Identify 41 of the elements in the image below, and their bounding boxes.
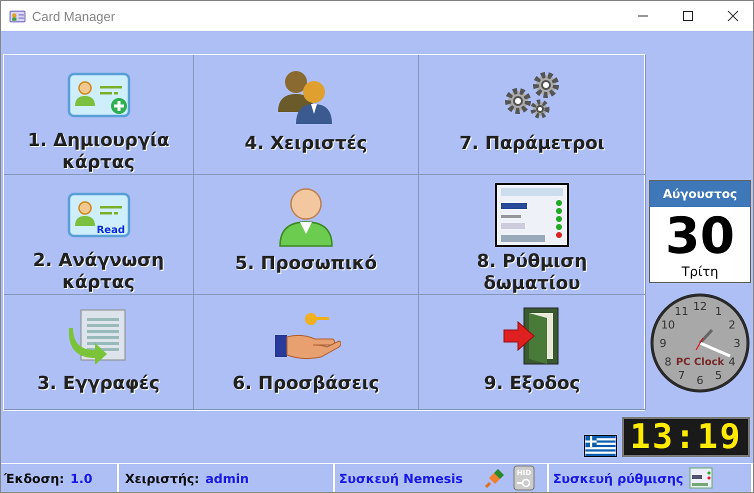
window-title: Card Manager: [32, 8, 116, 24]
clock-numeral: 6: [696, 374, 704, 387]
digital-clock: 13:19: [622, 417, 750, 457]
clock-numeral: 11: [674, 304, 688, 318]
menu-tile[interactable]: 3. Εγγραφές: [4, 295, 194, 410]
clock-numeral: 2: [728, 318, 736, 332]
clock-numeral: 4: [728, 356, 736, 368]
clock-numeral: 1: [715, 304, 722, 318]
maximize-icon[interactable]: [682, 10, 694, 22]
menu-tile[interactable]: 8. Ρύθμιση δωματίου: [419, 175, 646, 295]
close-icon[interactable]: [727, 10, 739, 22]
clock-numeral: 8: [664, 356, 672, 368]
control-panel-icon: [495, 183, 569, 247]
setup-device-text: Συσκευή ρύθμισης: [553, 470, 684, 486]
clock-numeral: 9: [660, 337, 666, 350]
clock-numeral: 3: [734, 337, 740, 350]
plug-icon: [482, 466, 507, 490]
menu-tile[interactable]: 4. Χειριστές: [194, 55, 419, 175]
menu-tile[interactable]: 5. Προσωπικό: [194, 175, 419, 295]
id-card-icon: Read: [66, 192, 130, 238]
calendar-month: Αύγουστος: [650, 181, 750, 207]
clock-hands: [696, 328, 731, 358]
setup-panel-icon: [689, 467, 714, 489]
version-text: Έκδοση: 1.0: [1, 464, 119, 492]
calendar-weekday: Τρίτη: [682, 265, 718, 282]
menu-tile[interactable]: 1. Δημιουργία κάρτας: [4, 55, 194, 175]
clock-numeral: 5: [715, 369, 722, 382]
menu-tile[interactable]: 9. Εξοδος: [419, 295, 646, 410]
clock-brand-text: PC Clock: [676, 357, 724, 368]
clock-numeral: 7: [678, 369, 685, 382]
menu-tile[interactable]: Read 2. Ανάγνωση κάρτας: [4, 175, 194, 295]
device-status-text: Συσκευή Nemesis: [339, 470, 463, 486]
menu-tile[interactable]: 7. Παράμετροι: [419, 55, 646, 175]
calendar-day: 30: [665, 207, 735, 265]
clock-numeral: 12: [693, 300, 707, 313]
greek-flag-icon[interactable]: [584, 435, 617, 457]
menu-tile[interactable]: 6. Προσβάσεις: [194, 295, 419, 410]
id-card-icon: [66, 72, 130, 118]
app-icon: [9, 8, 26, 24]
operator-text: Χειριστής: admin: [119, 464, 335, 492]
clock-numeral: 10: [660, 318, 675, 332]
